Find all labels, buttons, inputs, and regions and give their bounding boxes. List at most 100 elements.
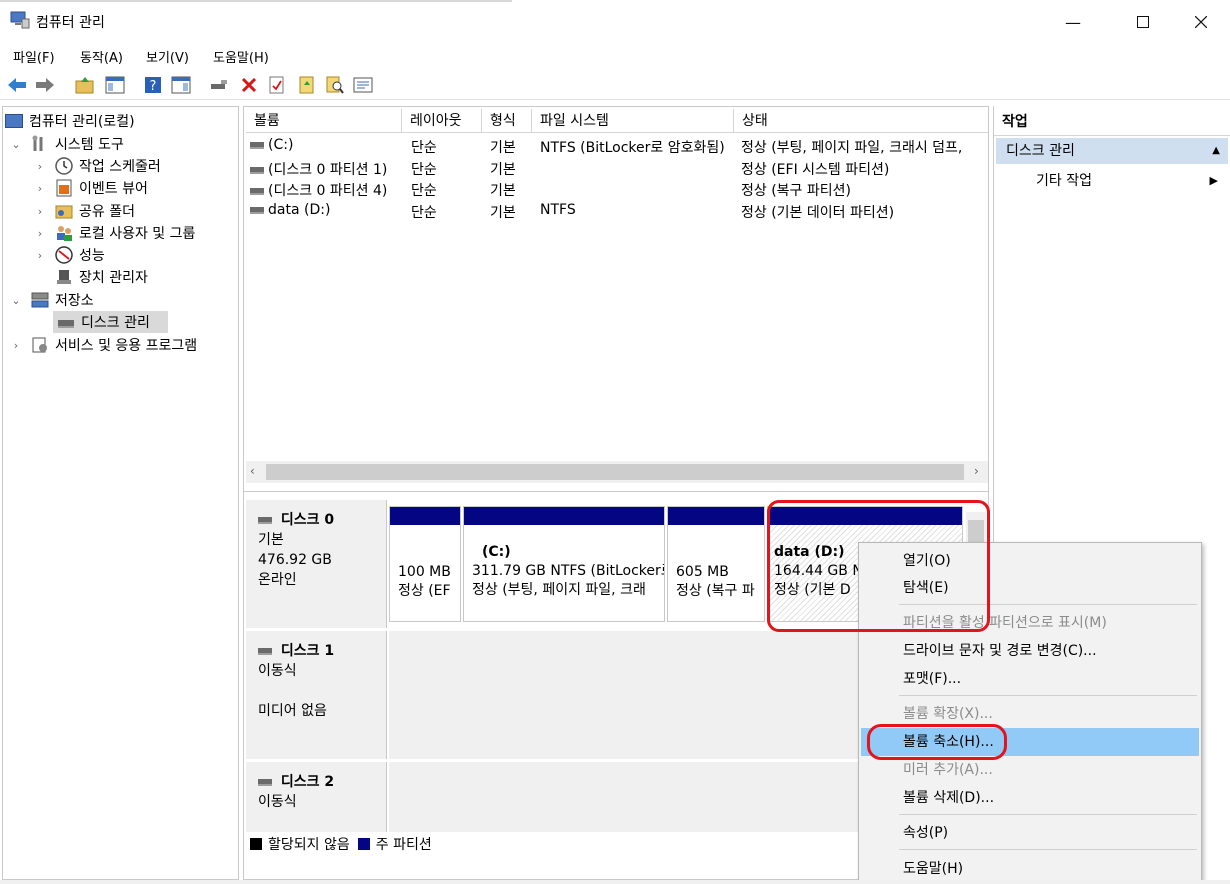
chevron-right-icon[interactable]: › [33, 182, 47, 195]
type-cell: 기본 [490, 205, 516, 221]
status-cell: 정상 (기본 데이터 파티션) [741, 205, 895, 221]
menu-view[interactable]: 보기(V) [146, 47, 189, 66]
column-header-status[interactable]: 상태 [734, 109, 988, 133]
column-header-volume[interactable]: 볼륨 [246, 109, 402, 133]
title-bar [0, 0, 1230, 44]
menu-help[interactable]: 도움말(H) [213, 47, 269, 66]
menu-help[interactable]: 도움말(H) [861, 855, 1199, 883]
menu-add-mirror: 미러 추가(A)... [903, 762, 993, 778]
disk-name: 디스크 1 [258, 641, 386, 661]
storage-icon [31, 291, 49, 309]
back-icon[interactable] [6, 74, 28, 96]
partition-recovery[interactable]: 605 MB 정상 (복구 파 [667, 506, 765, 622]
properties-icon[interactable] [266, 74, 288, 96]
partition-c[interactable]: (C:) 311.79 GB NTFS (BitLocker로 정상 (부팅, … [463, 506, 665, 622]
forward-icon[interactable] [34, 74, 56, 96]
close-icon[interactable] [1178, 6, 1224, 38]
tree-item-device-manager[interactable]: 장치 관리자 [33, 266, 148, 288]
search-icon[interactable] [324, 74, 346, 96]
menu-bar: 파일(F) 동작(A) 보기(V) 도움말(H) [0, 44, 1230, 68]
services-icon [31, 336, 49, 354]
legend: 할당되지 않음 주 파티션 [250, 833, 432, 855]
menu-action[interactable]: 동작(A) [80, 47, 123, 66]
primary-partition-bar [464, 507, 664, 525]
actions-section-disk-management[interactable]: 디스크 관리 ▲ [996, 138, 1228, 164]
column-header-filesystem[interactable]: 파일 시스템 [532, 109, 734, 133]
tree-item-event-viewer[interactable]: › 이벤트 뷰어 [33, 177, 148, 199]
partition-efi[interactable]: 100 MB 정상 (EF [389, 506, 461, 622]
tree-item-local-users[interactable]: › 로컬 사용자 및 그룹 [33, 222, 195, 244]
chevron-down-icon[interactable]: ⌄ [9, 138, 23, 151]
disk-icon [258, 647, 272, 655]
disk-type: 기본 [258, 532, 284, 548]
type-cell: 기본 [490, 140, 516, 156]
scroll-right-icon[interactable]: › [974, 464, 979, 478]
horizontal-scrollbar[interactable]: ‹ › [246, 461, 988, 483]
chevron-right-icon[interactable]: › [33, 249, 47, 262]
partition-status: 정상 (복구 파 [676, 583, 755, 599]
more-actions-label: 기타 작업 [1036, 173, 1092, 189]
primary-partition-bar [668, 507, 764, 525]
partition-size: 311.79 GB NTFS (BitLocker로 [472, 563, 664, 579]
tree-root-label: 컴퓨터 관리(로컬) [29, 114, 135, 130]
minimize-icon[interactable]: — [1050, 6, 1096, 38]
tree-label: 저장소 [55, 293, 94, 309]
status-cell: 정상 (부팅, 페이지 파일, 크래시 덤프, [741, 140, 963, 156]
tree-item-system-tools[interactable]: ⌄ 시스템 도구 [9, 133, 124, 155]
table-row[interactable]: (디스크 0 파티션 1) 단순 기본 정상 (EFI 시스템 파티션) [244, 157, 988, 179]
submenu-arrow-icon[interactable]: ▶ [1210, 168, 1218, 194]
settings-icon[interactable] [352, 74, 374, 96]
disk-1-label[interactable]: 디스크 1 이동식 미디어 없음 [246, 631, 387, 759]
tree-item-disk-management[interactable]: 디스크 관리 [53, 311, 168, 333]
show-hide-tree-icon[interactable] [104, 74, 126, 96]
scrollbar-thumb[interactable] [266, 464, 964, 480]
device-manager-icon [55, 268, 73, 286]
menu-file[interactable]: 파일(F) [13, 47, 55, 66]
table-row[interactable]: (디스크 0 파티션 4) 단순 기본 정상 (복구 파티션) [244, 178, 988, 200]
disk-size: 476.92 GB [258, 552, 332, 568]
show-hide-action-pane-icon[interactable] [170, 74, 192, 96]
tree-item-services[interactable]: › 서비스 및 응용 프로그램 [9, 334, 197, 356]
menu-properties[interactable]: 속성(P) [861, 819, 1199, 847]
partition-status: 정상 (부팅, 페이지 파일, 크래 [472, 582, 646, 598]
disk-0-label[interactable]: 디스크 0 기본 476.92 GB 온라인 [246, 500, 387, 628]
status-cell: 정상 (복구 파티션) [741, 183, 851, 199]
tree-item-shared-folders[interactable]: › 공유 폴더 [33, 200, 135, 222]
drive-icon [250, 141, 264, 149]
menu-format[interactable]: 포맷(F)... [861, 665, 1199, 693]
chevron-right-icon[interactable]: › [33, 227, 47, 240]
chevron-right-icon[interactable]: › [33, 160, 47, 173]
svg-text:?: ? [150, 79, 157, 94]
connect-icon[interactable] [208, 74, 230, 96]
chevron-down-icon[interactable]: ⌄ [9, 294, 23, 307]
tree-item-task-scheduler[interactable]: › 작업 스케줄러 [33, 155, 161, 177]
table-row[interactable]: data (D:) 단순 기본 NTFS 정상 (기본 데이터 파티션) [244, 200, 988, 222]
column-header-layout[interactable]: 레이아웃 [402, 109, 482, 133]
chevron-right-icon[interactable]: › [33, 205, 47, 218]
open-icon[interactable] [296, 74, 318, 96]
delete-icon[interactable] [238, 74, 260, 96]
shared-folder-icon [55, 202, 73, 220]
disk-type: 이동식 [258, 663, 297, 679]
help-icon[interactable]: ? [142, 74, 164, 96]
tree-label: 작업 스케줄러 [79, 159, 161, 175]
actions-more[interactable]: 기타 작업 ▶ [996, 168, 1228, 194]
disk-icon [258, 778, 272, 786]
collapse-up-icon[interactable]: ▲ [1212, 138, 1220, 164]
chevron-right-icon[interactable]: › [9, 339, 23, 352]
menu-separator [899, 849, 1197, 850]
layout-cell: 단순 [411, 183, 437, 199]
menu-change-drive-letter[interactable]: 드라이브 문자 및 경로 변경(C)... [861, 637, 1199, 665]
scroll-left-icon[interactable]: ‹ [250, 464, 255, 478]
column-header-type[interactable]: 형식 [482, 109, 532, 133]
up-folder-icon[interactable] [74, 74, 96, 96]
section-label: 디스크 관리 [1006, 143, 1075, 159]
title-accent [0, 0, 512, 2]
disk-2-label[interactable]: 디스크 2 이동식 [246, 762, 387, 832]
tree-item-performance[interactable]: › 성능 [33, 244, 105, 266]
tree-item-root[interactable]: 컴퓨터 관리(로컬) [5, 110, 135, 132]
maximize-icon[interactable] [1120, 6, 1166, 38]
table-row[interactable]: (C:) 단순 기본 NTFS (BitLocker로 암호화됨) 정상 (부팅… [244, 135, 988, 157]
tree-item-storage[interactable]: ⌄ 저장소 [9, 289, 94, 311]
menu-delete-volume[interactable]: 볼륨 삭제(D)... [861, 784, 1199, 812]
